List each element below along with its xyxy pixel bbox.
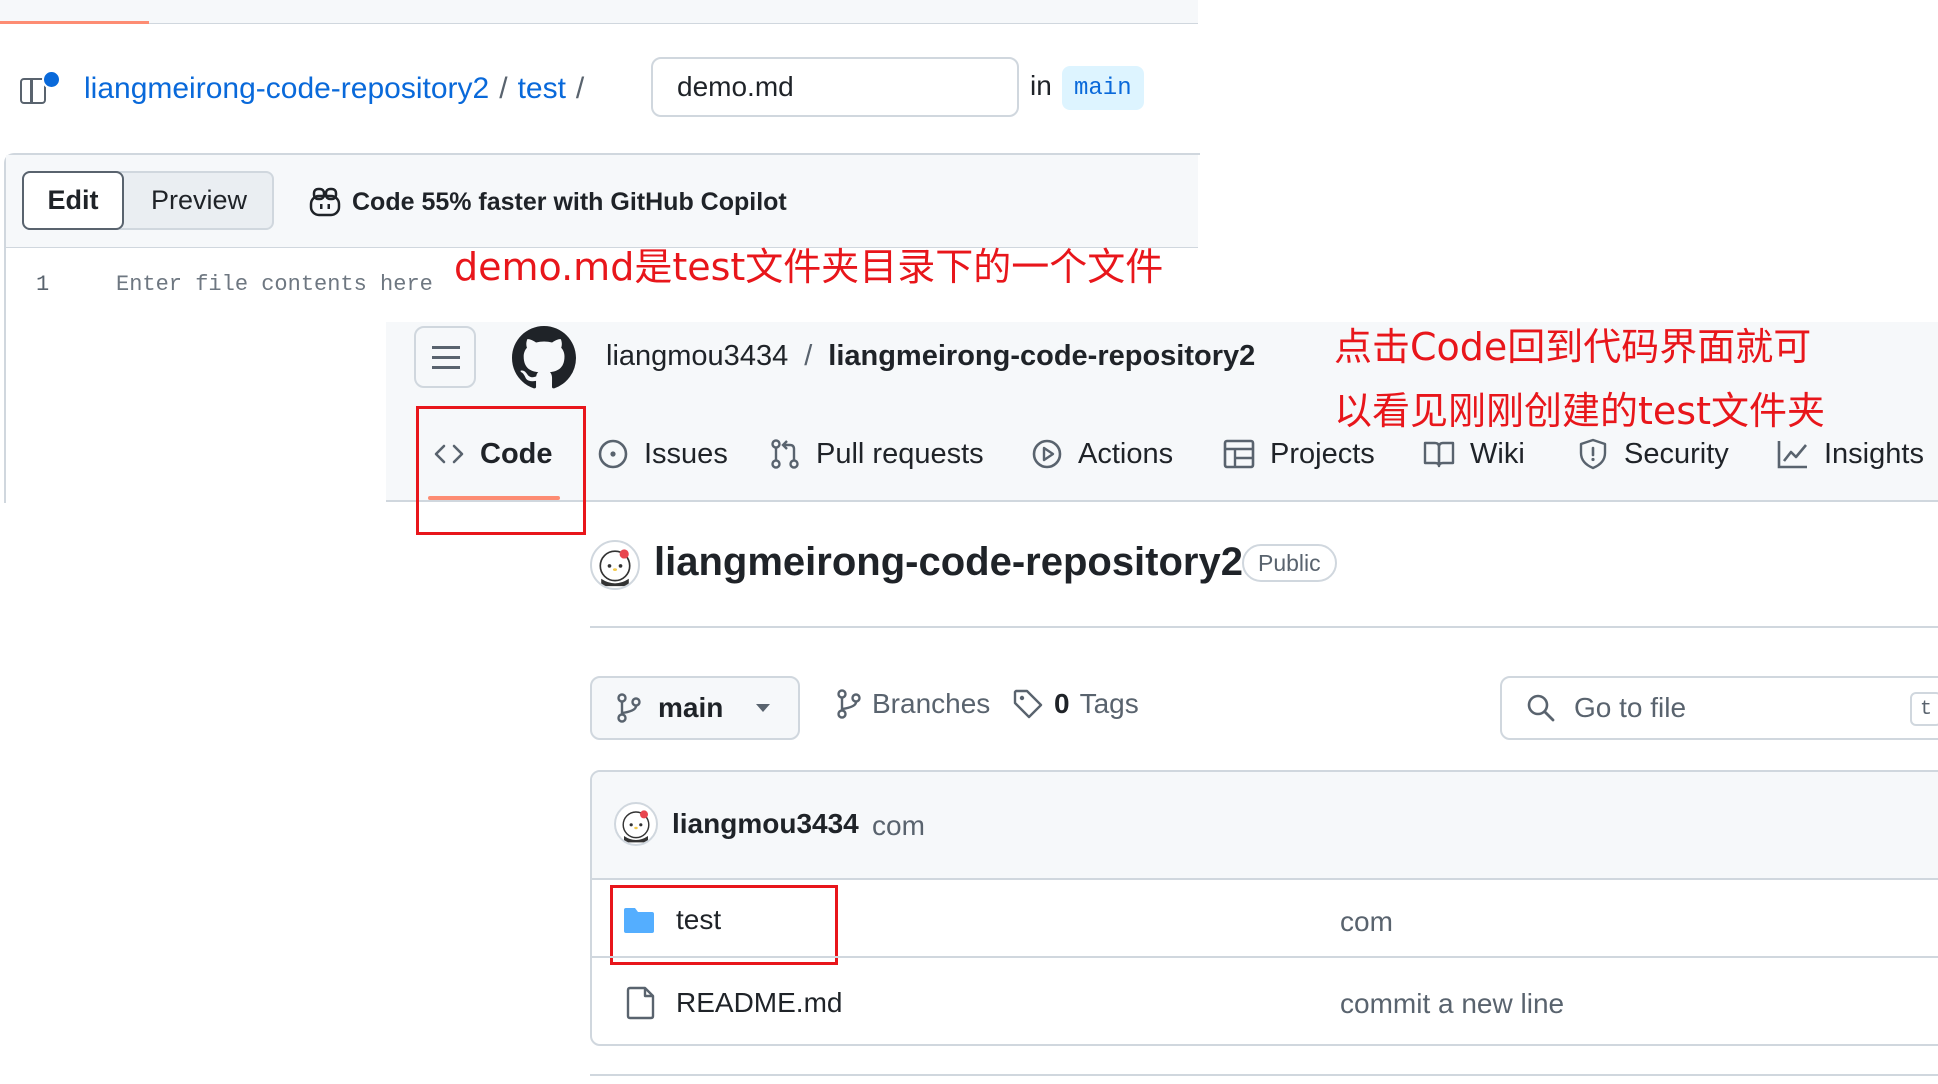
- loading-progress-bar: [0, 21, 149, 24]
- breadcrumb-separator: /: [804, 340, 813, 372]
- code-editor-placeholder[interactable]: Enter file contents here: [116, 272, 433, 297]
- tags-label: Tags: [1079, 688, 1139, 719]
- highlight-box-test-folder: [610, 885, 838, 965]
- tab-preview[interactable]: Preview: [124, 173, 274, 228]
- hello-kitty-avatar-icon: [622, 810, 650, 843]
- branch-icon: [837, 689, 861, 719]
- issue-icon: [598, 439, 628, 469]
- repo-name-link[interactable]: liangmeirong-code-repository2: [828, 340, 1255, 373]
- file-icon: [626, 986, 655, 1020]
- pull-request-icon: [771, 439, 799, 469]
- filename-input[interactable]: [651, 57, 1019, 117]
- file-row-readme[interactable]: README.md: [626, 986, 842, 1020]
- commit-author-avatar[interactable]: [614, 802, 658, 846]
- edit-preview-tabs: Edit Preview: [22, 171, 274, 230]
- repo-owner-avatar[interactable]: [590, 540, 640, 590]
- annotation-code-note-line1: 点击Code回到代码界面就可: [1334, 325, 1812, 369]
- tags-link[interactable]: 0 Tags: [1012, 688, 1139, 720]
- commit-author-link[interactable]: liangmou3434: [672, 808, 859, 840]
- editor-top-bar: [0, 0, 1198, 24]
- copilot-icon: [309, 187, 341, 217]
- tab-actions[interactable]: Actions: [1030, 432, 1173, 476]
- shield-icon: [1579, 438, 1607, 470]
- file-commit-message[interactable]: commit a new line: [1340, 988, 1564, 1020]
- divider: [590, 626, 1938, 628]
- tab-edit[interactable]: Edit: [22, 171, 124, 230]
- annotation-code-note-line2: 以看见刚刚创建的test文件夹: [1334, 389, 1825, 433]
- highlight-box-code-tab: [416, 406, 586, 535]
- table-icon: [1223, 439, 1255, 469]
- breadcrumb-repo-link[interactable]: liangmeirong-code-repository2: [84, 72, 489, 106]
- go-to-file-input[interactable]: Go to file t: [1500, 676, 1938, 740]
- book-icon: [1423, 441, 1455, 468]
- tab-wiki-label: Wiki: [1470, 437, 1525, 470]
- tab-issues-label: Issues: [644, 437, 728, 470]
- visibility-badge: Public: [1242, 544, 1337, 582]
- github-logo-icon[interactable]: [512, 326, 576, 390]
- tag-icon: [1013, 689, 1043, 719]
- divider: [592, 956, 1938, 958]
- tab-insights[interactable]: Insights: [1776, 432, 1924, 476]
- branch-select-label: main: [658, 692, 724, 723]
- branches-link[interactable]: Branches: [836, 688, 990, 720]
- tab-insights-label: Insights: [1824, 437, 1924, 470]
- copilot-text: Code 55% faster with GitHub Copilot: [352, 187, 787, 216]
- actions-play-icon: [1032, 439, 1062, 469]
- branches-label: Branches: [872, 688, 991, 719]
- commit-message-link[interactable]: com: [872, 810, 925, 842]
- tab-security-label: Security: [1624, 437, 1729, 470]
- file-tree-toggle-icon[interactable]: [18, 70, 61, 106]
- tab-projects-label: Projects: [1270, 437, 1375, 470]
- breadcrumb-separator: /: [499, 72, 508, 105]
- graph-icon: [1777, 441, 1807, 469]
- tab-issues[interactable]: Issues: [596, 432, 728, 476]
- repo-owner-link[interactable]: liangmou3434: [606, 340, 788, 373]
- tab-security[interactable]: Security: [1576, 432, 1729, 476]
- tab-actions-label: Actions: [1078, 437, 1174, 470]
- breadcrumb-separator: /: [575, 72, 585, 105]
- tab-pull-requests[interactable]: Pull requests: [768, 432, 984, 476]
- search-icon: [1527, 694, 1555, 722]
- branch-select-button[interactable]: main: [590, 676, 800, 740]
- tab-pull-requests-label: Pull requests: [816, 437, 984, 470]
- tags-count: 0: [1054, 688, 1070, 719]
- hello-kitty-avatar-icon: [599, 549, 631, 587]
- copilot-promo[interactable]: Code 55% faster with GitHub Copilot: [308, 182, 787, 222]
- tab-projects[interactable]: Projects: [1222, 432, 1375, 476]
- file-name-readme[interactable]: README.md: [676, 987, 842, 1019]
- breadcrumb-folder-link[interactable]: test: [518, 72, 566, 106]
- tab-wiki[interactable]: Wiki: [1422, 432, 1525, 476]
- annotation-file-note: demo.md是test文件夹目录下的一个文件: [454, 245, 1164, 289]
- go-to-file-placeholder: Go to file: [1574, 692, 1687, 723]
- branch-chip[interactable]: main: [1062, 66, 1144, 110]
- divider: [590, 1074, 1938, 1076]
- caret-down-icon: [756, 704, 771, 712]
- repo-title[interactable]: liangmeirong-code-repository2: [654, 540, 1243, 585]
- line-number: 1: [36, 272, 50, 297]
- repo-breadcrumb: liangmou3434 / liangmeirong-code-reposit…: [606, 340, 1255, 373]
- editor-breadcrumb: liangmeirong-code-repository2 / test /: [84, 66, 594, 112]
- file-commit-message[interactable]: com: [1340, 906, 1393, 938]
- shortcut-key: t: [1910, 692, 1938, 726]
- in-label: in: [1030, 70, 1052, 101]
- menu-icon[interactable]: [414, 326, 476, 388]
- branch-icon: [617, 693, 641, 723]
